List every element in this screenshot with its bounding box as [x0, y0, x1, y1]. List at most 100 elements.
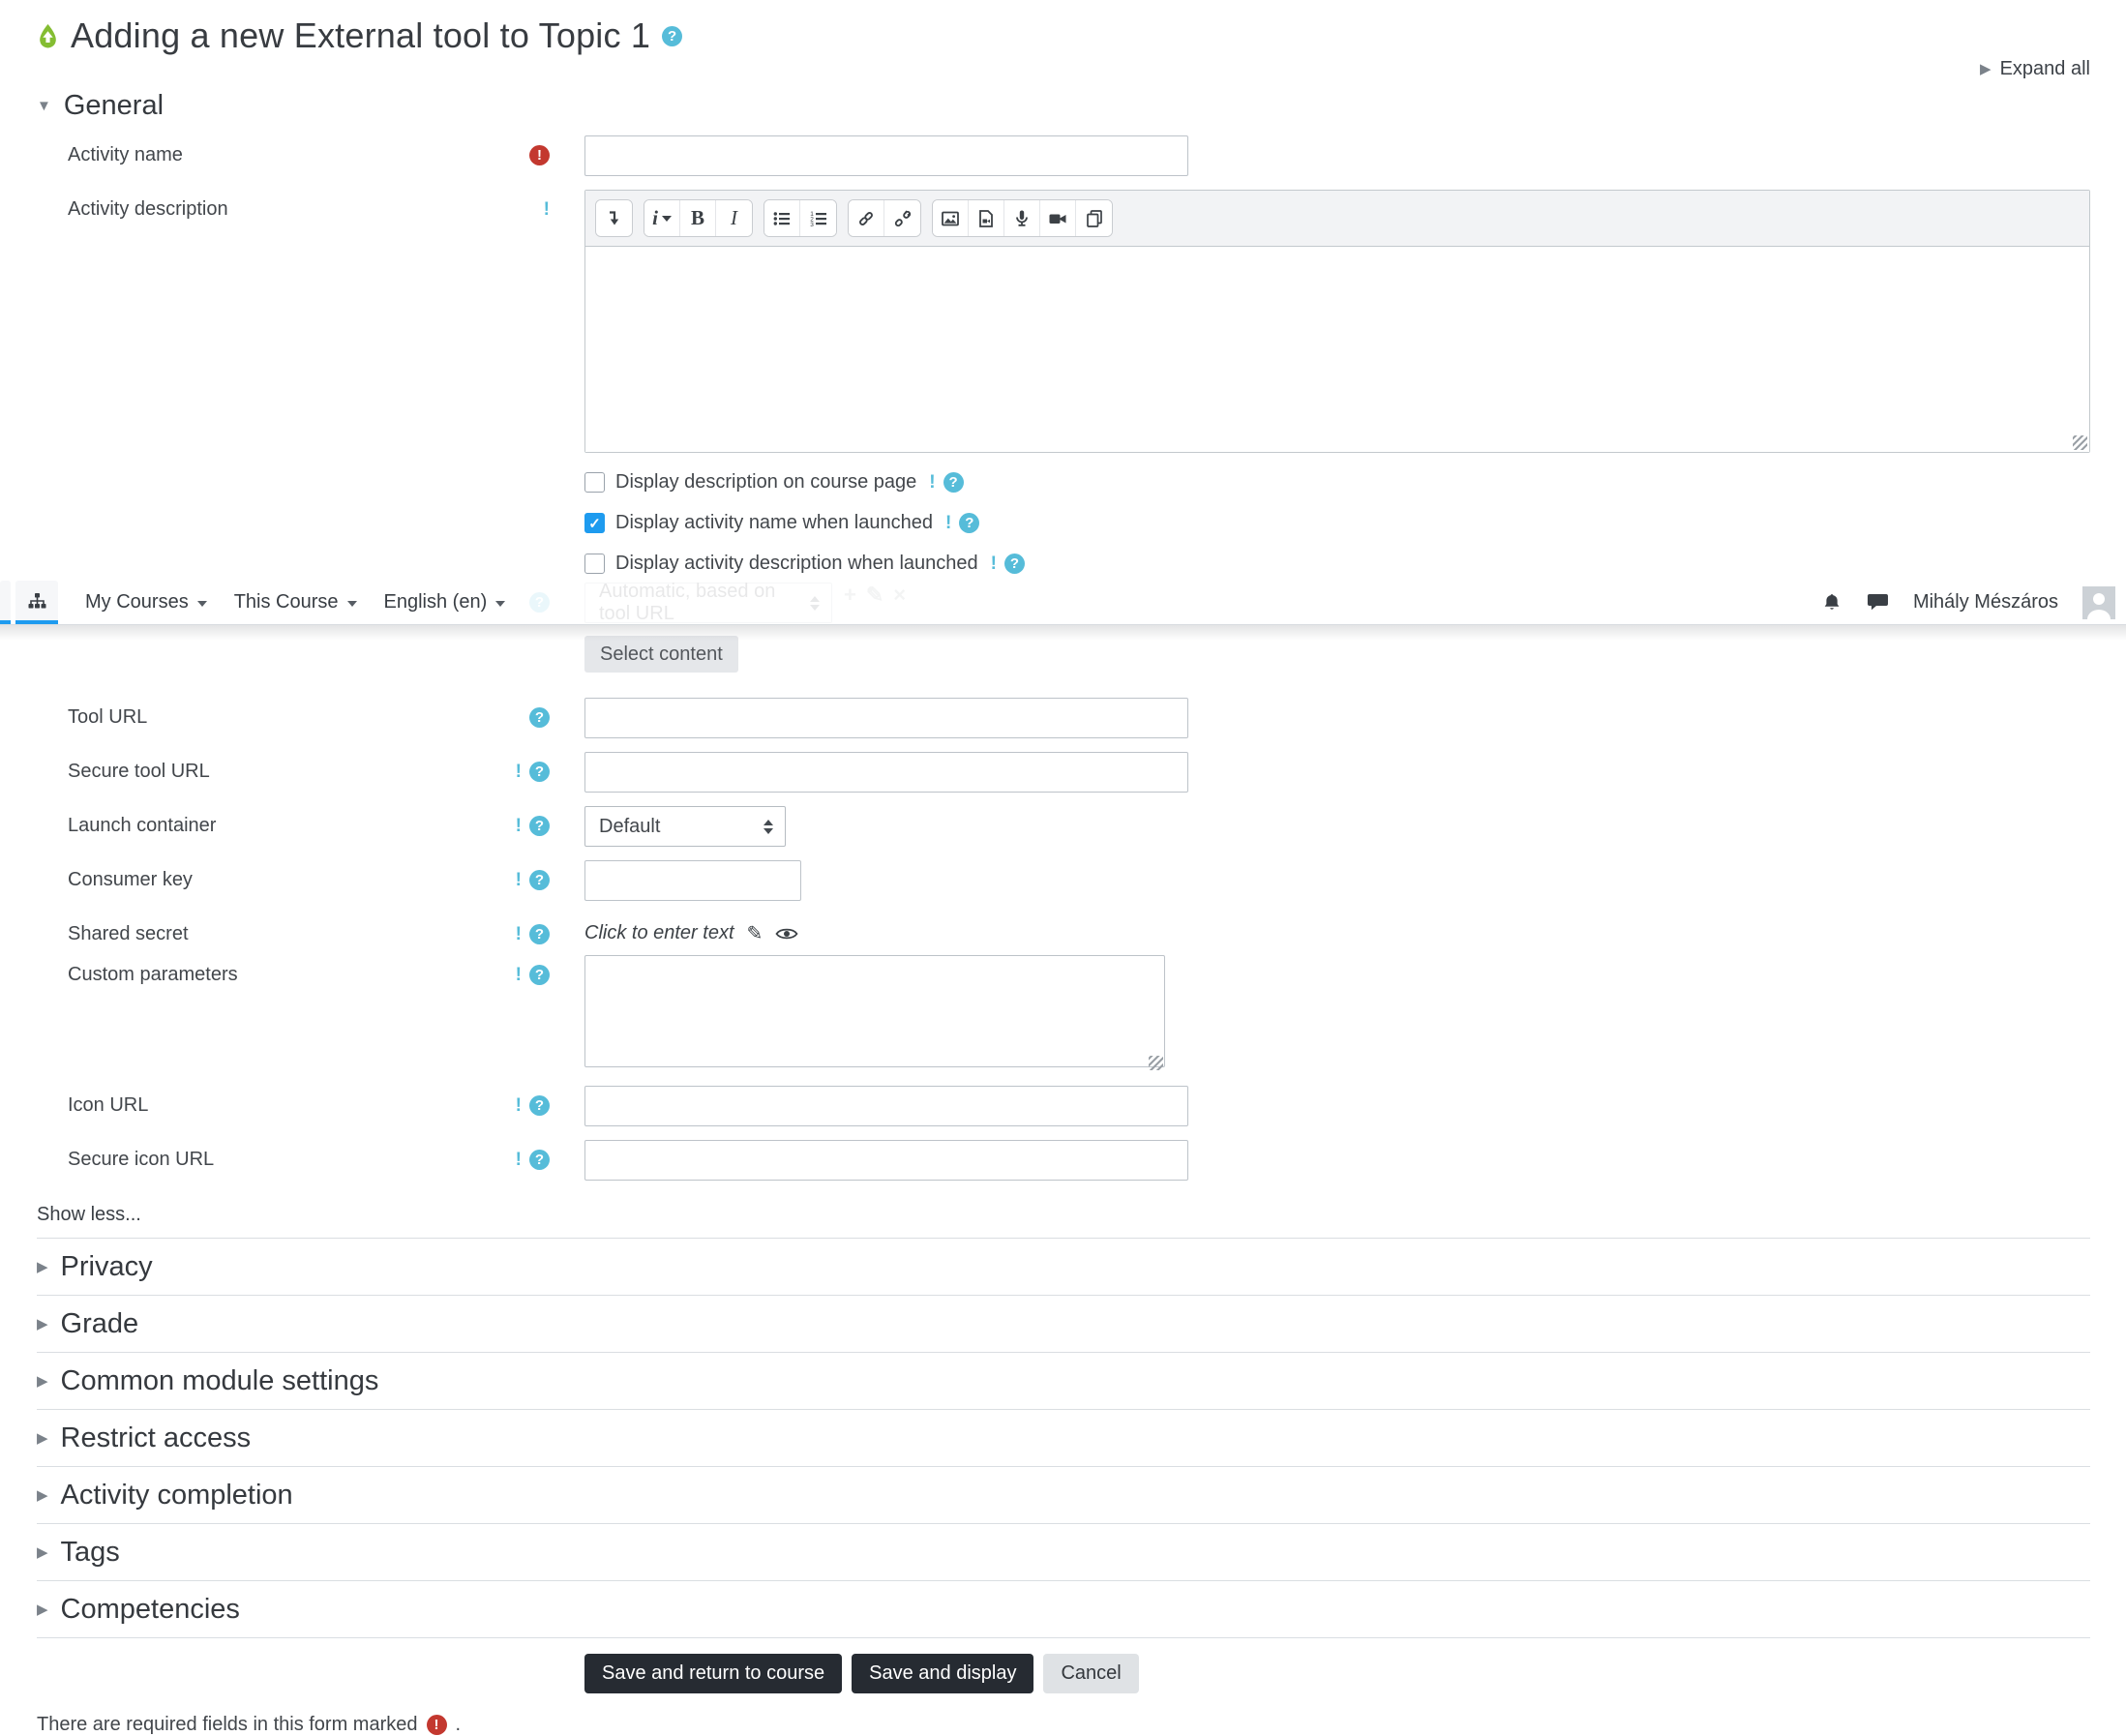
display-activity-description-checkbox[interactable] — [584, 554, 605, 574]
secure-tool-url-label: Secure tool URL — [68, 761, 210, 782]
expand-triangle-icon: ▶ — [37, 1601, 48, 1618]
expand-all-triangle-icon: ▶ — [1980, 61, 1991, 77]
advanced-exclamation-icon: ! — [543, 199, 550, 220]
help-icon[interactable]: ? — [529, 762, 550, 782]
secure-icon-url-row: Secure icon URL ! ? — [37, 1140, 2090, 1181]
display-description-label: Display description on course page — [615, 471, 917, 493]
activity-name-input[interactable] — [584, 135, 1188, 176]
select-content-button[interactable]: Select content — [584, 636, 738, 673]
section-general-header[interactable]: ▼ General — [37, 90, 2090, 122]
edit-pencil-icon[interactable]: ✎ — [747, 921, 764, 945]
help-icon[interactable]: ? — [943, 472, 964, 493]
collapse-toolbar-icon[interactable] — [596, 200, 632, 236]
show-less-link[interactable]: Show less... — [37, 1204, 141, 1226]
consumer-key-row: Consumer key ! ? — [37, 860, 2090, 901]
shared-secret-row: Shared secret ! ? Click to enter text ✎ — [37, 914, 2090, 945]
expand-triangle-icon: ▶ — [37, 1316, 48, 1332]
help-icon[interactable]: ? — [1003, 554, 1025, 574]
page-title-help-icon[interactable]: ? — [662, 25, 683, 46]
save-and-return-button[interactable]: Save and return to course — [584, 1654, 843, 1693]
tool-url-input[interactable] — [584, 698, 1188, 738]
activity-description-row: Activity description ! i B I 1 2 3 — [37, 190, 2090, 453]
launch-container-select[interactable]: Default — [584, 806, 786, 847]
section-activity-completion-header[interactable]: ▶ Activity completion — [37, 1467, 2090, 1524]
record-audio-icon[interactable] — [1004, 200, 1040, 236]
sitemap-icon — [27, 592, 47, 610]
help-icon[interactable]: ? — [529, 965, 550, 985]
help-icon[interactable]: ? — [529, 707, 550, 728]
secure-tool-url-row: Secure tool URL ! ? — [37, 752, 2090, 793]
external-tool-activity-icon — [37, 23, 59, 49]
icon-url-input[interactable] — [584, 1086, 1188, 1126]
icon-url-label: Icon URL — [68, 1094, 149, 1116]
bold-icon[interactable]: B — [680, 200, 716, 236]
editor-resize-handle[interactable] — [2073, 435, 2087, 450]
chevron-down-icon — [495, 601, 506, 607]
section-grade-header[interactable]: ▶ Grade — [37, 1296, 2090, 1353]
consumer-key-input[interactable] — [584, 860, 801, 901]
form-action-buttons: Save and return to course Save and displ… — [584, 1654, 2090, 1693]
tool-url-label: Tool URL — [68, 706, 148, 728]
notifications-bell-icon[interactable] — [1821, 592, 1842, 614]
insert-media-icon[interactable] — [969, 200, 1004, 236]
required-fields-note: There are required fields in this form m… — [37, 1714, 462, 1735]
display-activity-name-label: Display activity name when launched — [615, 512, 933, 533]
secure-tool-url-input[interactable] — [584, 752, 1188, 793]
custom-parameters-input[interactable] — [584, 955, 1165, 1067]
section-common-module-settings-header[interactable]: ▶ Common module settings — [37, 1353, 2090, 1410]
help-icon[interactable]: ? — [959, 513, 980, 533]
expand-triangle-icon: ▶ — [37, 1544, 48, 1561]
required-icon: ! — [426, 1715, 447, 1735]
display-activity-description-checkbox-row: Display activity description when launch… — [584, 553, 2090, 575]
user-avatar[interactable] — [2082, 585, 2115, 619]
messages-icon[interactable] — [1867, 592, 1889, 613]
shared-secret-click-to-edit[interactable]: Click to enter text — [584, 922, 734, 944]
expand-triangle-icon: ▶ — [37, 1487, 48, 1504]
icon-url-row: Icon URL ! ? — [37, 1086, 2090, 1126]
chevron-down-icon — [196, 601, 207, 607]
textarea-resize-handle[interactable] — [1149, 1056, 1163, 1070]
unordered-list-icon[interactable] — [764, 200, 800, 236]
show-secret-eye-icon[interactable] — [775, 926, 798, 942]
expand-all-link[interactable]: Expand all — [2000, 58, 2090, 80]
nav-my-courses[interactable]: My Courses — [85, 591, 207, 614]
help-icon[interactable]: ? — [529, 1150, 550, 1170]
display-activity-name-checkbox[interactable]: ✓ — [584, 513, 605, 533]
help-icon[interactable]: ? — [529, 924, 550, 944]
advanced-exclamation-icon: ! — [990, 554, 997, 574]
nav-this-course[interactable]: This Course — [234, 591, 357, 614]
unlink-icon[interactable] — [884, 200, 920, 236]
record-video-icon[interactable] — [1040, 200, 1076, 236]
ordered-list-icon[interactable]: 1 2 3 — [800, 200, 836, 236]
advanced-exclamation-icon: ! — [515, 924, 522, 944]
display-activity-name-checkbox-row: ✓ Display activity name when launched ! … — [584, 512, 2090, 534]
help-icon[interactable]: ? — [529, 1095, 550, 1116]
help-icon[interactable]: ? — [529, 816, 550, 836]
section-tags-header[interactable]: ▶ Tags — [37, 1524, 2090, 1581]
nav-language[interactable]: English (en) — [384, 591, 506, 614]
top-navbar: My Courses This Course English (en) Mihá… — [0, 581, 2126, 625]
link-icon[interactable] — [849, 200, 884, 236]
manage-files-icon[interactable] — [1076, 200, 1112, 236]
activity-description-input[interactable] — [585, 247, 2089, 452]
custom-parameters-row: Custom parameters ! ? — [37, 955, 2090, 1072]
section-restrict-access-header[interactable]: ▶ Restrict access — [37, 1410, 2090, 1467]
expand-triangle-icon: ▶ — [37, 1259, 48, 1275]
user-name[interactable]: Mihály Mészáros — [1913, 591, 2058, 614]
secure-icon-url-input[interactable] — [584, 1140, 1188, 1181]
site-navigation-tab[interactable] — [15, 581, 58, 624]
tool-url-row: Tool URL ? — [37, 698, 2090, 738]
activity-description-editor: i B I 1 2 3 — [584, 190, 2090, 453]
clipped-nav-tab[interactable] — [0, 581, 11, 624]
italic-icon[interactable]: I — [716, 200, 752, 236]
launch-container-label: Launch container — [68, 815, 217, 836]
save-and-display-button[interactable]: Save and display — [852, 1654, 1034, 1693]
paragraph-styles-icon[interactable]: i — [644, 200, 680, 236]
insert-image-icon[interactable] — [933, 200, 969, 236]
display-description-checkbox[interactable] — [584, 472, 605, 493]
section-privacy-header[interactable]: ▶ Privacy — [37, 1239, 2090, 1296]
cancel-button[interactable]: Cancel — [1043, 1654, 1139, 1693]
section-competencies-header[interactable]: ▶ Competencies — [37, 1581, 2090, 1638]
help-icon[interactable]: ? — [529, 870, 550, 890]
chevron-down-icon — [346, 601, 357, 607]
